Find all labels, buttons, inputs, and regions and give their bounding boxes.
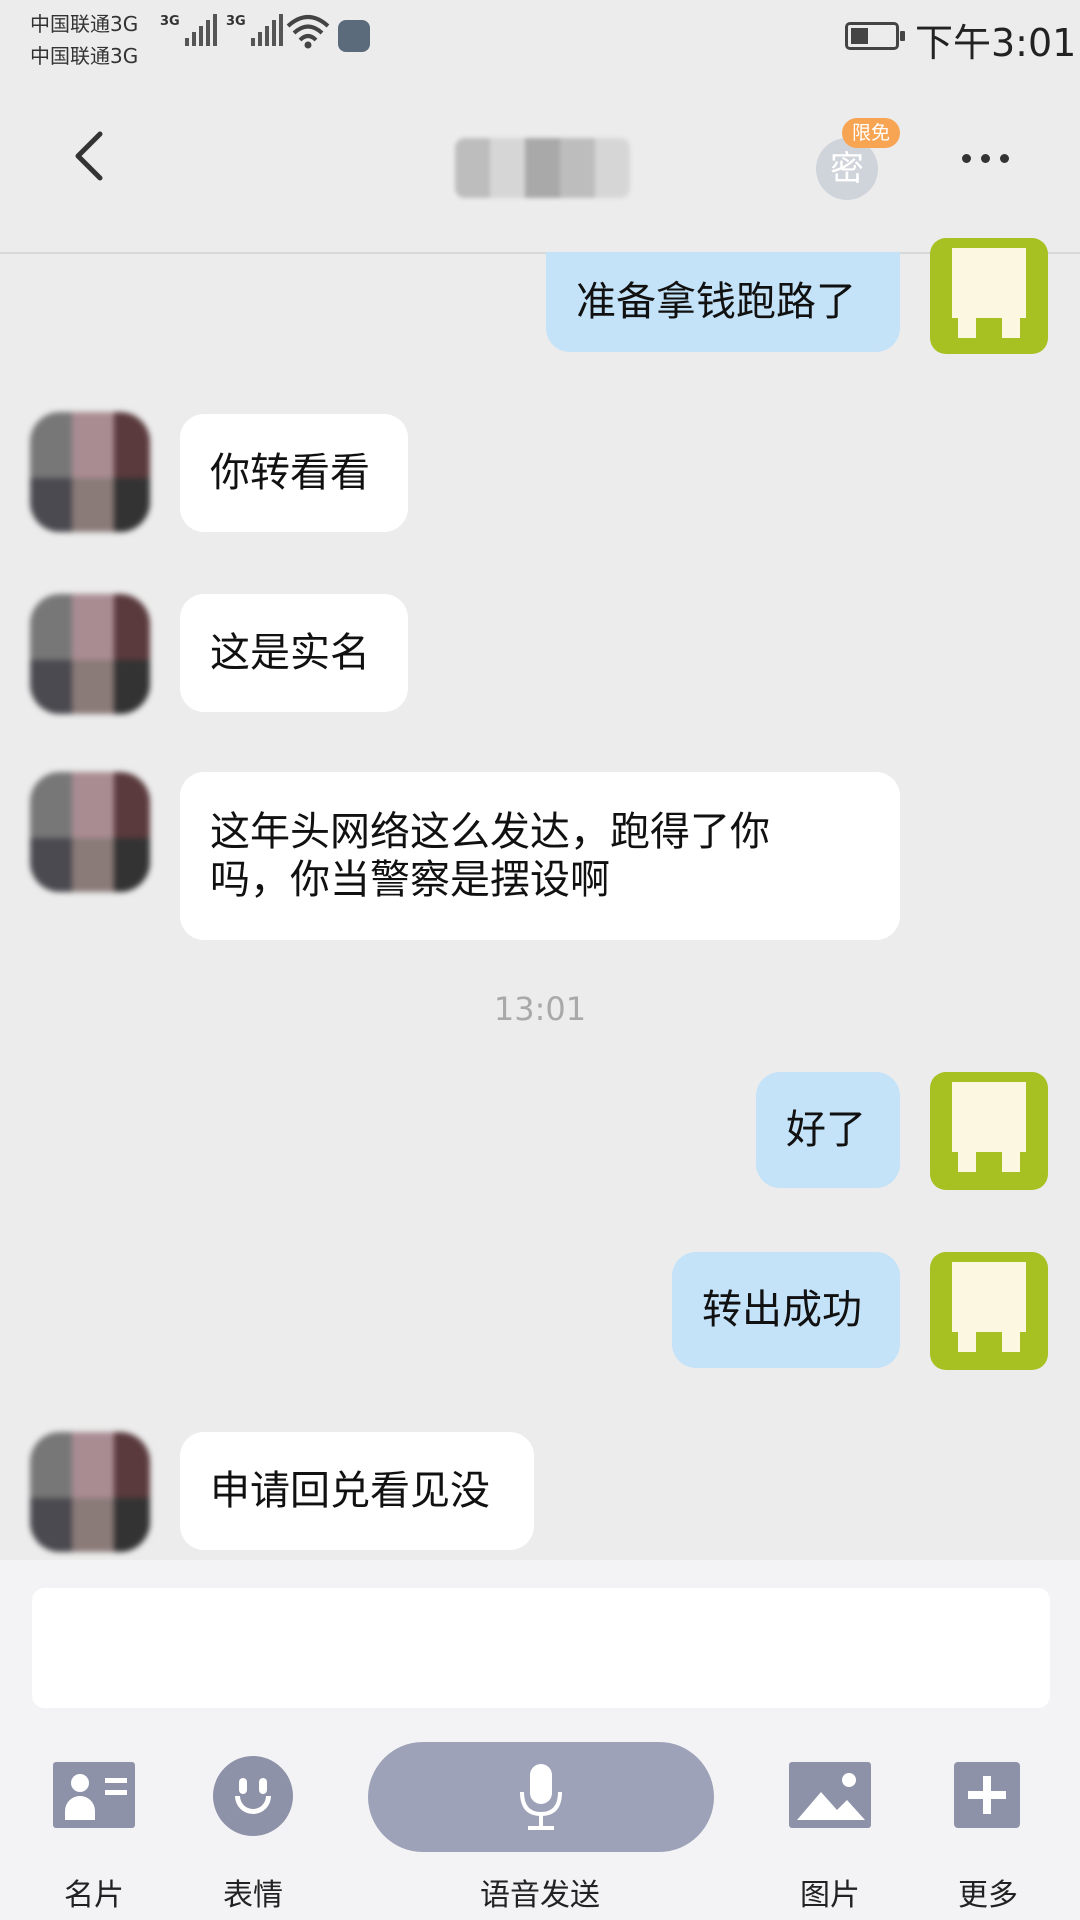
- message-bubble-outgoing[interactable]: 好了: [756, 1072, 900, 1188]
- app-notification-icon: [338, 20, 370, 52]
- smiley-icon: [213, 1756, 293, 1836]
- message-text: 你转看看: [210, 450, 370, 496]
- message-text: 这是实名: [210, 630, 370, 676]
- carrier-label-1: 中国联通3G: [30, 12, 139, 36]
- message-text-line-2: 吗，你当警察是摆设啊: [210, 857, 610, 903]
- secret-badge: 限免: [842, 118, 901, 148]
- plus-icon: [954, 1762, 1020, 1828]
- contact-name-blurred: [455, 138, 630, 198]
- message-bubble-incoming[interactable]: 申请回兑看见没: [180, 1432, 534, 1550]
- chevron-left-icon[interactable]: [62, 126, 122, 186]
- my-avatar[interactable]: [930, 238, 1048, 354]
- contact-avatar[interactable]: [30, 772, 150, 892]
- chat-header: 密 限免: [0, 78, 1080, 254]
- status-bar: 中国联通3G 中国联通3G 3G 3G 下午3:01: [0, 0, 1080, 78]
- message-bubble-outgoing[interactable]: 准备拿钱跑路了: [546, 252, 900, 352]
- message-text: 申请回兑看见没: [210, 1468, 490, 1514]
- my-avatar[interactable]: [930, 1072, 1048, 1190]
- contact-avatar[interactable]: [30, 412, 150, 532]
- input-panel: 名片 表情 语音发送 图片 更多: [0, 1560, 1080, 1920]
- message-text: 好了: [786, 1107, 866, 1153]
- emoji-label: 表情: [223, 1878, 283, 1913]
- status-time: 下午3:01: [915, 21, 1077, 65]
- message-bubble-incoming[interactable]: 这年头网络这么发达，跑得了你 吗，你当警察是摆设啊: [180, 772, 900, 940]
- network-type-2: 3G: [226, 14, 246, 29]
- wifi-icon: [286, 15, 330, 49]
- signal-icon-2: 3G: [226, 14, 283, 46]
- contact-avatar[interactable]: [30, 594, 150, 714]
- message-text-line-1: 这年头网络这么发达，跑得了你: [210, 809, 770, 855]
- message-bubble-outgoing[interactable]: 转出成功: [672, 1252, 900, 1368]
- message-text: 准备拿钱跑路了: [576, 279, 856, 325]
- battery-icon: [845, 22, 905, 50]
- more-dots-icon[interactable]: [962, 154, 1009, 163]
- contact-avatar[interactable]: [30, 1432, 150, 1552]
- network-type-1: 3G: [160, 14, 180, 29]
- contact-card-icon: [53, 1762, 135, 1828]
- carrier-label-2: 中国联通3G: [30, 44, 139, 68]
- more-label: 更多: [958, 1878, 1018, 1913]
- message-text: 转出成功: [702, 1287, 862, 1333]
- message-bubble-incoming[interactable]: 你转看看: [180, 414, 408, 532]
- microphone-icon: [520, 1764, 562, 1830]
- message-bubble-incoming[interactable]: 这是实名: [180, 594, 408, 712]
- my-avatar[interactable]: [930, 1252, 1048, 1370]
- voice-send-button[interactable]: [368, 1742, 714, 1852]
- signal-icon: 3G: [160, 14, 217, 46]
- contact-card-label: 名片: [64, 1878, 124, 1913]
- message-input[interactable]: [32, 1588, 1050, 1708]
- voice-send-label: 语音发送: [480, 1878, 600, 1913]
- message-timestamp: 13:01: [493, 990, 587, 1028]
- image-icon: [789, 1762, 871, 1828]
- image-label: 图片: [800, 1878, 860, 1913]
